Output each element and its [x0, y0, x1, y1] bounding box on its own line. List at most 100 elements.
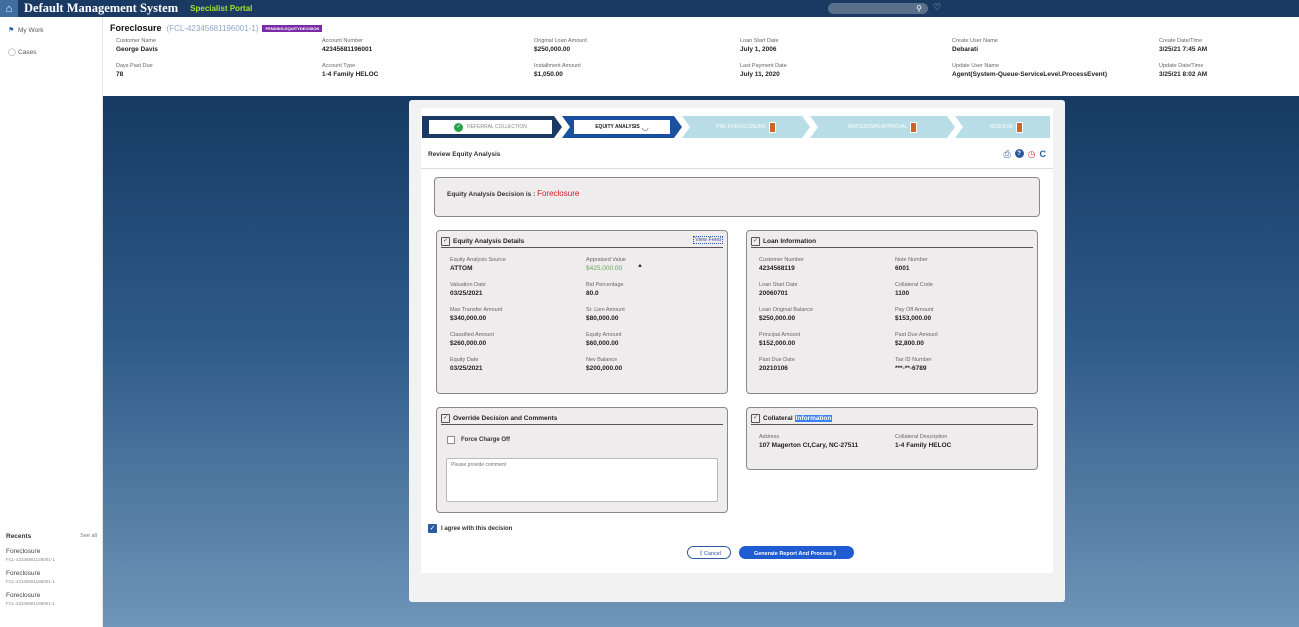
step-label: EQUITY ANALYSIS	[595, 124, 640, 130]
header-field-account-type: Account Type 1-4 Family HELOC	[322, 63, 379, 78]
home-icon[interactable]: ⌂	[0, 0, 18, 17]
recent-title: Foreclosure	[6, 592, 41, 599]
check-circle-icon: ✓	[454, 122, 464, 132]
clipboard-icon: ✓	[441, 414, 450, 423]
field-loan-original-balance: Loan Original Balance $250,000.00	[759, 307, 814, 322]
recent-title: Foreclosure	[6, 570, 41, 577]
case-id: (FCL-42345681196001-1)	[166, 23, 259, 33]
clipboard-icon: ✓	[751, 237, 760, 246]
field-collateral-code: Collateral Code 1100	[895, 282, 933, 297]
spinner-icon: ◡	[641, 122, 649, 132]
field-past-due-date: Past Due Date 20210106	[759, 357, 795, 372]
agree-row: ✓ I agree with this decision	[428, 524, 512, 533]
field-principal-amount: Principal Amount $152,000.00	[759, 332, 801, 347]
caret-up-icon[interactable]: ▲	[637, 263, 643, 269]
help-icon[interactable]: ?	[1014, 149, 1024, 158]
top-bar: ⌂ Default Management System Specialist P…	[0, 0, 1299, 17]
search-input[interactable]: ⚲	[828, 3, 928, 14]
header-field-original-loan: Original Loan Amount $250,000.00	[534, 38, 587, 53]
review-title: Review Equity Analysis	[428, 151, 501, 158]
step-label: RESOLVE	[989, 124, 1014, 130]
recent-sub: FCL-42345681196001-1	[6, 601, 55, 606]
header-field-update-date: Update Date/Time 3/25/21 8:02 AM	[1159, 63, 1208, 78]
step-resolve[interactable]: RESOLVE	[963, 116, 1050, 138]
case-header: Foreclosure (FCL-42345681196001-1) PENDI…	[103, 17, 1299, 96]
see-all-link[interactable]: See all	[80, 533, 97, 540]
force-charge-off-row: Force Charge Off	[447, 436, 510, 444]
bell-icon[interactable]: ♡	[933, 2, 941, 13]
portal-label[interactable]: Specialist Portal	[190, 4, 252, 13]
nav-item-my-work[interactable]: ⚑ My Work	[0, 19, 102, 41]
recent-item[interactable]: Foreclosure FCL-42345681196001-1	[0, 584, 103, 606]
card-inner: ✓ REFERRAL COLLECTION EQUITY ANALYSIS ◡ …	[421, 108, 1053, 573]
decision-label: Equity Analysis Decision is :	[447, 191, 536, 198]
header-field-create-date: Create Date/Time 3/25/21 7:45 AM	[1159, 38, 1208, 53]
hourglass-icon	[768, 121, 776, 133]
review-toolbar: ⎙ ? ◷ C	[1003, 149, 1046, 160]
header-field-account-number: Account Number 42345681196001	[322, 38, 373, 53]
hourglass-icon	[910, 121, 918, 133]
panel-title: Loan Information	[763, 238, 817, 245]
refresh-icon[interactable]: C	[1040, 149, 1047, 160]
recent-item[interactable]: Foreclosure FCL-42345681126001-1	[0, 540, 103, 562]
clock-icon[interactable]: ◷	[1028, 149, 1036, 160]
cases-icon: ◯	[8, 49, 16, 56]
recents-section: Recents See all Foreclosure FCL-42345681…	[0, 533, 103, 606]
panel-title: Equity Analysis Details	[453, 238, 525, 245]
field-tax-id: Tax ID Number ***-**-6789	[895, 357, 932, 372]
view-feed-link[interactable]: View Feed	[693, 236, 723, 244]
field-loan-start-date: Loan Start Date 20060701	[759, 282, 798, 297]
status-badge: PENDING-EQUITYDECISION	[262, 24, 323, 32]
field-classified-amount: Classified Amount $260,000.00	[450, 332, 495, 347]
header-field-days-past-due: Days Past Due 78	[116, 63, 153, 78]
field-pay-off-amount: Pay Off Amount $153,000.00	[895, 307, 934, 322]
step-equity-analysis[interactable]: EQUITY ANALYSIS ◡	[570, 116, 674, 138]
decision-box: Equity Analysis Decision is : Foreclosur…	[434, 177, 1040, 217]
app-title: Default Management System	[24, 1, 179, 15]
panel-title-information: Information	[794, 415, 833, 422]
recents-title: Recents	[6, 533, 32, 540]
step-label: WRITEDOWN APPROVAL	[847, 124, 908, 130]
header-field-update-user: Update User Name Agent(System-Queue-Servi…	[952, 63, 1107, 78]
field-equity-amount: Equity Amount $60,000.00	[586, 332, 622, 347]
field-bid-percentage: Bid Percentage 80.0	[586, 282, 624, 297]
equity-analysis-panel: ✓ Equity Analysis Details View Feed Equi…	[436, 230, 728, 394]
agree-checkbox[interactable]: ✓	[428, 524, 437, 533]
nav-item-cases[interactable]: ◯ Cases	[0, 41, 102, 63]
header-field-customer-name: Customer Name George Davis	[116, 38, 158, 53]
nav-label: Cases	[18, 48, 37, 56]
step-referral-collection[interactable]: ✓ REFERRAL COLLECTION	[422, 116, 554, 138]
comment-textarea[interactable]	[451, 462, 713, 498]
flag-icon: ⚑	[8, 27, 15, 34]
panel-title: Override Decision and Comments	[453, 415, 558, 422]
field-valuation-date: Valuation Date 03/25/2021	[450, 282, 486, 297]
clipboard-icon: ✓	[751, 414, 760, 423]
step-label: PRE FORECLOSURE	[716, 124, 766, 130]
force-charge-off-checkbox[interactable]	[447, 436, 455, 444]
print-icon[interactable]: ⎙	[1003, 149, 1010, 160]
header-field-installment: Installment Amount $1,050.00	[534, 63, 581, 78]
field-past-due-amount: Past Due Amount $2,800.00	[895, 332, 938, 347]
left-nav: ⚑ My Work ◯ Cases Recents See all Forecl…	[0, 17, 103, 627]
step-writedown-approval[interactable]: WRITEDOWN APPROVAL	[818, 116, 947, 138]
force-charge-off-label: Force Charge Off	[461, 437, 511, 443]
nav-label: My Work	[18, 26, 44, 34]
header-field-loan-start: Loan Start Date July 1, 2006	[740, 38, 779, 53]
generate-report-button[interactable]: Generate Report And Process 》	[739, 546, 854, 559]
cancel-button[interactable]: 《 Cancel	[687, 546, 731, 559]
step-pre-foreclosure[interactable]: PRE FORECLOSURE	[690, 116, 802, 138]
field-equity-source: Equity Analysis Source ATTOM	[450, 257, 506, 272]
search-icon[interactable]: ⚲	[916, 3, 922, 14]
comment-box	[446, 458, 718, 502]
override-panel: ✓ Override Decision and Comments Force C…	[436, 407, 728, 513]
field-max-transfer: Max Transfer Amount $340,000.00	[450, 307, 503, 322]
main-card: ✓ REFERRAL COLLECTION EQUITY ANALYSIS ◡ …	[409, 100, 1065, 602]
stage-stepper: ✓ REFERRAL COLLECTION EQUITY ANALYSIS ◡ …	[422, 116, 1050, 138]
step-label: REFERRAL COLLECTION	[467, 124, 527, 130]
panel-title-collateral: Collateral	[763, 415, 793, 422]
recent-item[interactable]: Foreclosure FCL-42345681196001-1	[0, 562, 103, 584]
divider	[421, 168, 1053, 169]
field-collateral-description: Collateral Description 1-4 Family HELOC	[895, 434, 952, 449]
collateral-panel: ✓ Collateral Information Address 107 Mage…	[746, 407, 1038, 470]
field-address: Address 107 Magerton Ct,Cary, NC-27511	[759, 434, 859, 449]
